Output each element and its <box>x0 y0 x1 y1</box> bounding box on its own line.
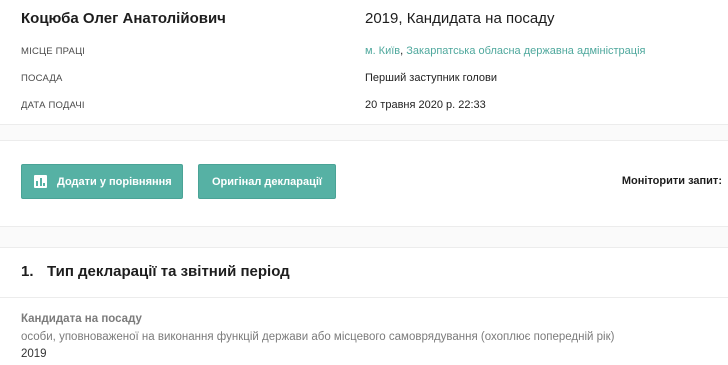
declaration-title: 2019, Кандидата на посаду <box>365 10 555 27</box>
reporting-year: 2019 <box>21 348 47 360</box>
declaration-type-description: особи, уповноваженої на виконання функці… <box>21 331 615 343</box>
position-value: Перший заступник голови <box>365 72 497 84</box>
original-declaration-button[interactable]: Оригінал декларації <box>198 164 336 199</box>
section-separator <box>0 124 728 141</box>
monitor-request-label: Моніторити запит: <box>621 175 722 187</box>
workplace-org-link[interactable]: Закарпатська обласна державна адміністра… <box>406 45 645 57</box>
date-value: 20 травня 2020 р. 22:33 <box>365 99 486 111</box>
section-separator-2 <box>0 226 728 248</box>
date-label: ДАТА ПОДАЧІ <box>21 100 85 111</box>
bar-chart-icon <box>34 175 47 188</box>
add-to-compare-button[interactable]: Додати у порівняння <box>21 164 183 199</box>
declaration-type-name: Кандидата на посаду <box>21 313 142 325</box>
original-declaration-label: Оригінал декларації <box>211 175 323 188</box>
workplace-city-link[interactable]: м. Київ <box>365 45 400 57</box>
declarant-header: Коцюба Олег Анатолійович 2019, Кандидата… <box>0 0 728 124</box>
workplace-value: м. Київ, Закарпатська обласна державна а… <box>365 45 646 57</box>
add-to-compare-label: Додати у порівняння <box>57 175 172 188</box>
divider <box>0 297 728 298</box>
workplace-label: МІСЦЕ ПРАЦІ <box>21 46 86 57</box>
section-title: Тип декларації та звітний період <box>47 263 290 280</box>
position-label: ПОСАДА <box>21 73 63 84</box>
section-number: 1. <box>21 263 34 280</box>
declarant-name: Коцюба Олег Анатолійович <box>21 10 226 27</box>
